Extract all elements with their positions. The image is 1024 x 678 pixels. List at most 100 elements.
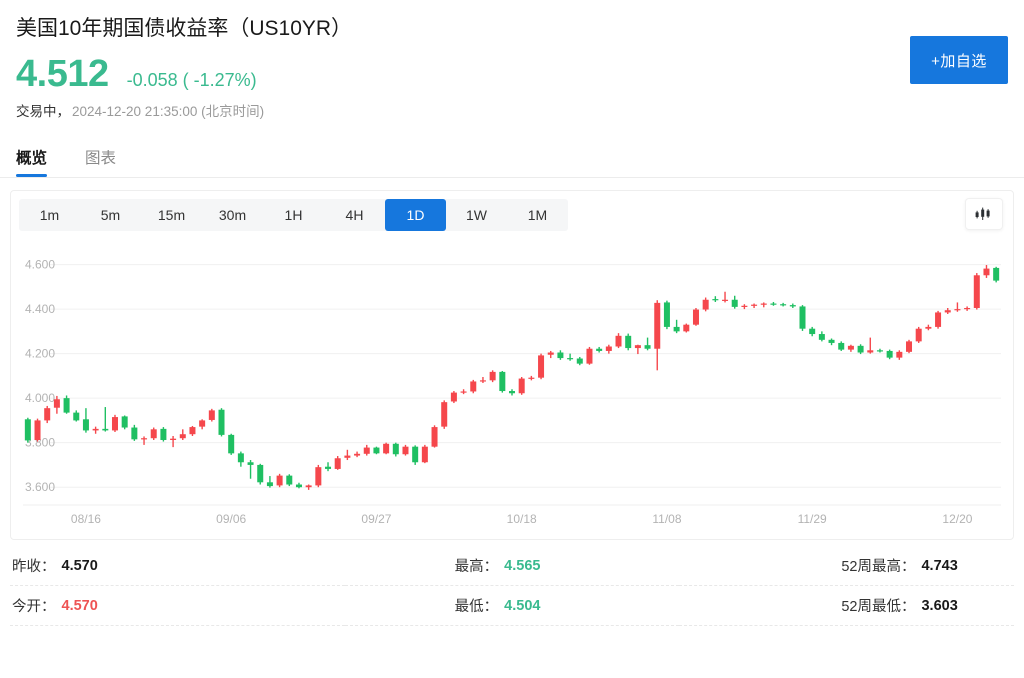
candle-body <box>974 275 980 308</box>
x-axis-tick-label: 09/06 <box>216 512 246 526</box>
timeframe-1m[interactable]: 1M <box>507 199 568 231</box>
candle-body <box>199 420 205 426</box>
timeframe-1h[interactable]: 1H <box>263 199 324 231</box>
candle <box>509 389 515 395</box>
candle <box>664 301 670 329</box>
candle-body <box>751 305 757 306</box>
timeframe-5m[interactable]: 5m <box>80 199 141 231</box>
candle <box>373 447 379 455</box>
timeframe-1d[interactable]: 1D <box>385 199 446 231</box>
candle-body <box>267 482 273 486</box>
candle-body <box>916 329 922 342</box>
candle-body <box>596 349 602 351</box>
candle <box>238 452 244 467</box>
candle <box>654 300 660 370</box>
x-axis-tick-label: 09/27 <box>361 512 391 526</box>
statistics-section: 昨收：4.570今开：4.570最高：4.565最低：4.50452周最高：4.… <box>10 546 1014 626</box>
candle-body <box>64 398 70 412</box>
candle <box>790 304 796 308</box>
candle <box>354 452 360 458</box>
candle <box>228 434 234 455</box>
candle <box>935 311 941 329</box>
candlestick-icon <box>974 206 994 222</box>
candle-body <box>703 300 709 310</box>
candle-body <box>364 448 370 454</box>
candle <box>780 303 786 307</box>
tab-charts[interactable]: 图表 <box>85 142 116 177</box>
candle-body <box>160 429 166 440</box>
candle-body <box>625 336 631 348</box>
candle <box>887 350 893 360</box>
candle <box>344 450 350 460</box>
candle-body <box>131 428 137 440</box>
stat-value: 3.603 <box>921 598 957 614</box>
candle <box>751 304 757 308</box>
candle <box>432 425 438 447</box>
candle <box>519 377 525 395</box>
stat-value: 4.504 <box>504 598 540 614</box>
stat-label: 昨收： <box>12 555 56 576</box>
candle <box>867 338 873 354</box>
stat-row: 最高：4.565 <box>345 546 680 586</box>
candle-body <box>848 346 854 350</box>
candle <box>916 327 922 343</box>
stat-value: 4.743 <box>921 558 957 574</box>
x-axis-tick-label: 12/20 <box>942 512 972 526</box>
candle <box>858 344 864 354</box>
candle-body <box>170 439 176 440</box>
y-axis-tick-label: 4.400 <box>25 302 55 316</box>
market-status: 交易中， 2024-12-20 21:35:00 (北京时间) <box>16 102 1008 122</box>
candle <box>983 265 989 278</box>
candle <box>838 341 844 351</box>
add-to-watchlist-button[interactable]: +加自选 <box>910 36 1008 84</box>
candle <box>722 292 728 303</box>
candle <box>35 419 41 442</box>
candle <box>741 304 747 309</box>
timeframe-15m[interactable]: 15m <box>141 199 202 231</box>
candle-body <box>102 429 108 431</box>
candle-body <box>422 447 428 463</box>
candle <box>538 354 544 380</box>
candle <box>693 308 699 326</box>
candle-body <box>277 476 283 486</box>
stat-column-1: 昨收：4.570今开：4.570 <box>10 546 345 626</box>
candle <box>925 325 931 331</box>
candle <box>674 320 680 333</box>
candle <box>974 273 980 310</box>
stat-row: 52周最高：4.743 <box>679 546 1014 586</box>
candle <box>451 391 457 403</box>
candlestick-plot[interactable]: 4.6004.4004.2004.0003.8003.60008/1609/06… <box>15 239 1009 539</box>
candle-body <box>722 300 728 301</box>
candle <box>645 338 651 351</box>
candlestick-svg[interactable]: 4.6004.4004.2004.0003.8003.60008/1609/06… <box>15 239 1015 539</box>
timeframe-4h[interactable]: 4H <box>324 199 385 231</box>
candle <box>896 350 902 360</box>
y-axis-tick-label: 3.600 <box>25 480 55 494</box>
candle-body <box>180 434 186 438</box>
chart-type-button[interactable] <box>965 198 1003 230</box>
candle <box>199 419 205 429</box>
x-axis-tick-label: 10/18 <box>507 512 537 526</box>
market-status-state: 交易中， <box>16 102 70 122</box>
candle <box>112 415 118 432</box>
candle <box>461 389 467 394</box>
candle-body <box>896 352 902 358</box>
candle-body <box>790 305 796 306</box>
candle-body <box>44 408 50 420</box>
candle-body <box>858 346 864 353</box>
candle-body <box>286 476 292 485</box>
timeframe-1m[interactable]: 1m <box>19 199 80 231</box>
timeframe-1w[interactable]: 1W <box>446 199 507 231</box>
quote-page: 美国10年期国债收益率（US10YR） 4.512 -0.058 ( -1.27… <box>0 0 1024 678</box>
candle-body <box>761 304 767 305</box>
timeframe-30m[interactable]: 30m <box>202 199 263 231</box>
candle <box>257 464 263 485</box>
candle-body <box>877 350 883 351</box>
candle-body <box>383 444 389 454</box>
candle-body <box>732 300 738 307</box>
tab-overview[interactable]: 概览 <box>16 142 47 177</box>
candle <box>625 334 631 351</box>
candle <box>170 436 176 447</box>
candle <box>412 445 418 465</box>
chart-toolbar: 1m5m15m30m1H4H1D1W1M <box>11 191 1013 239</box>
